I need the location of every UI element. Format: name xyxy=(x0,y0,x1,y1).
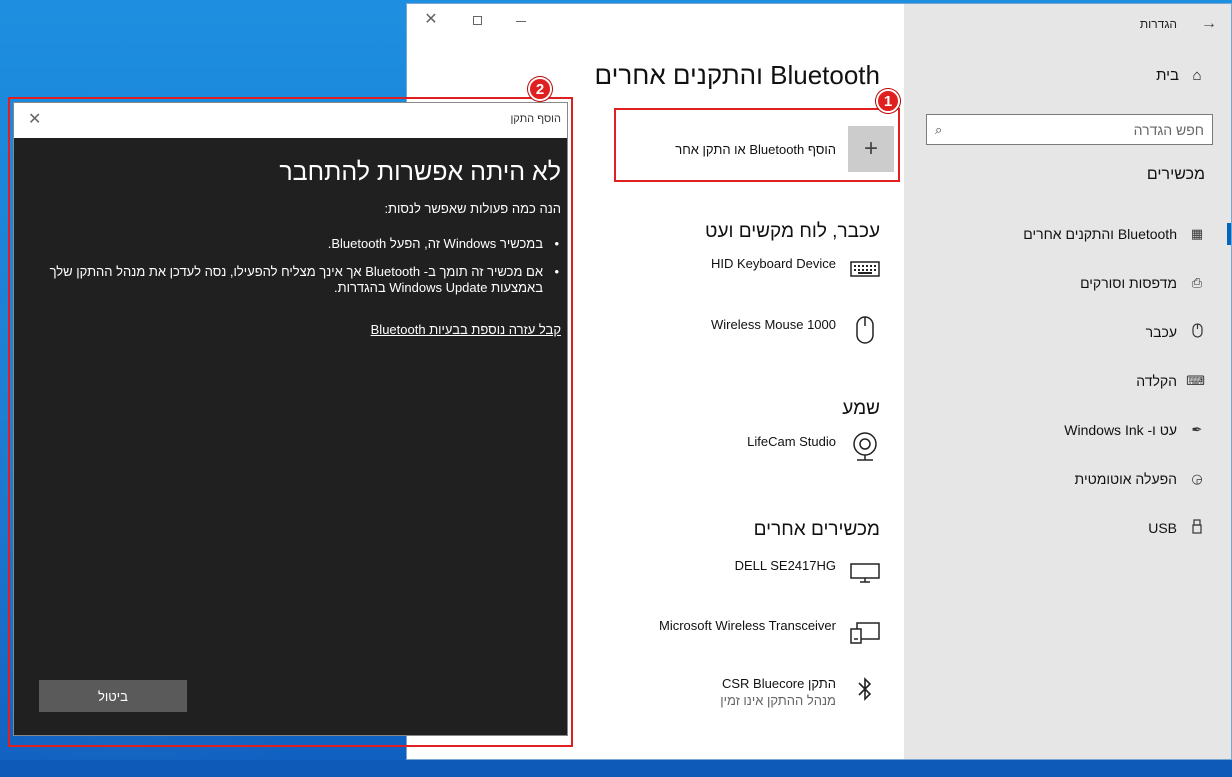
home-icon: ⌂ xyxy=(1192,67,1202,84)
search-placeholder: חפש הגדרה xyxy=(1133,121,1204,138)
sidebar-section-title: מכשירים xyxy=(1146,166,1205,183)
sidebar-item-label: עכבר xyxy=(1145,323,1177,340)
device-info: התקן CSR Bluecore מנהל ההתקן אינו זמין xyxy=(720,674,836,708)
sidebar-item-label: USB xyxy=(1148,519,1177,536)
desktop-bottom-strip xyxy=(0,760,1232,777)
annotation-marker-2: 2 xyxy=(528,77,552,101)
device-name: DELL SE2417HG xyxy=(734,558,836,573)
sidebar-item-autoplay[interactable]: ◶ הפעלה אוטומטית xyxy=(904,454,1231,503)
sidebar-item-label: Bluetooth והתקנים אחרים xyxy=(1023,225,1177,242)
device-bluetooth-adapter[interactable]: התקן CSR Bluecore מנהל ההתקן אינו זמין xyxy=(720,674,882,708)
bluetooth-devices-icon: ▦ xyxy=(1190,225,1204,241)
device-mouse[interactable]: Wireless Mouse 1000 xyxy=(711,315,882,345)
monitor-icon xyxy=(848,556,882,586)
keyboard-icon xyxy=(848,254,882,284)
annotation-box-1 xyxy=(614,108,900,182)
device-name: LifeCam Studio xyxy=(747,434,836,449)
annotation-marker-1: 1 xyxy=(876,89,900,113)
settings-sidebar: → הגדרות ⌂ בית חפש הגדרה ⌕ מכשירים ▦ Blu… xyxy=(904,4,1231,759)
bluetooth-icon xyxy=(848,674,882,704)
page-title: Bluetooth והתקנים אחרים xyxy=(594,60,880,90)
sidebar-item-bluetooth[interactable]: ▦ Bluetooth והתקנים אחרים xyxy=(904,209,1231,258)
category-other-title: מכשירים אחרים xyxy=(753,519,880,540)
autoplay-icon: ◶ xyxy=(1191,470,1203,486)
mouse-icon xyxy=(1189,322,1205,341)
usb-icon xyxy=(1189,518,1205,537)
category-audio-title: שמע xyxy=(842,398,880,419)
sidebar-item-label: מדפסות וסורקים xyxy=(1080,274,1177,291)
category-input-devices-title: עכבר, לוח מקשים ועט xyxy=(705,221,880,242)
sidebar-item-pen[interactable]: ✒ עט ו- Windows Ink xyxy=(904,405,1231,454)
device-webcam[interactable]: LifeCam Studio xyxy=(747,432,882,462)
pen-icon: ✒ xyxy=(1191,421,1203,437)
sidebar-nav: ▦ Bluetooth והתקנים אחרים ⎙ מדפסות וסורק… xyxy=(904,209,1231,552)
multi-device-icon xyxy=(848,616,882,646)
sidebar-item-usb[interactable]: USB xyxy=(904,503,1231,552)
home-label: בית xyxy=(1156,67,1179,84)
device-transceiver[interactable]: Microsoft Wireless Transceiver xyxy=(659,616,882,646)
device-monitor[interactable]: DELL SE2417HG xyxy=(735,556,882,586)
device-keyboard[interactable]: HID Keyboard Device xyxy=(711,254,882,284)
sidebar-header: → הגדרות xyxy=(1140,14,1217,34)
sidebar-item-mouse[interactable]: עכבר xyxy=(904,307,1231,356)
device-name: Microsoft Wireless Transceiver xyxy=(659,618,836,633)
sidebar-item-label: עט ו- Windows Ink xyxy=(1064,421,1177,438)
printer-icon: ⎙ xyxy=(1191,274,1203,290)
sidebar-item-typing[interactable]: ⌨ הקלדה xyxy=(904,356,1231,405)
device-name: התקן CSR Bluecore xyxy=(722,676,836,691)
app-title: הגדרות xyxy=(1139,17,1177,31)
device-name: Wireless Mouse 1000 xyxy=(711,317,836,332)
sidebar-home[interactable]: ⌂ בית xyxy=(1156,67,1205,84)
device-status: מנהל ההתקן אינו זמין xyxy=(720,693,836,708)
sidebar-item-printers[interactable]: ⎙ מדפסות וסורקים xyxy=(904,258,1231,307)
annotation-box-2 xyxy=(8,97,573,747)
webcam-icon xyxy=(848,432,882,462)
back-arrow-icon[interactable]: → xyxy=(1201,15,1217,33)
device-name: HID Keyboard Device xyxy=(711,256,836,271)
search-icon: ⌕ xyxy=(935,121,943,137)
search-input[interactable]: חפש הגדרה ⌕ xyxy=(926,114,1213,145)
sidebar-item-label: הקלדה xyxy=(1136,372,1177,389)
keyboard-icon: ⌨ xyxy=(1186,372,1205,388)
sidebar-item-label: הפעלה אוטומטית xyxy=(1074,470,1177,487)
mouse-icon xyxy=(848,315,882,345)
